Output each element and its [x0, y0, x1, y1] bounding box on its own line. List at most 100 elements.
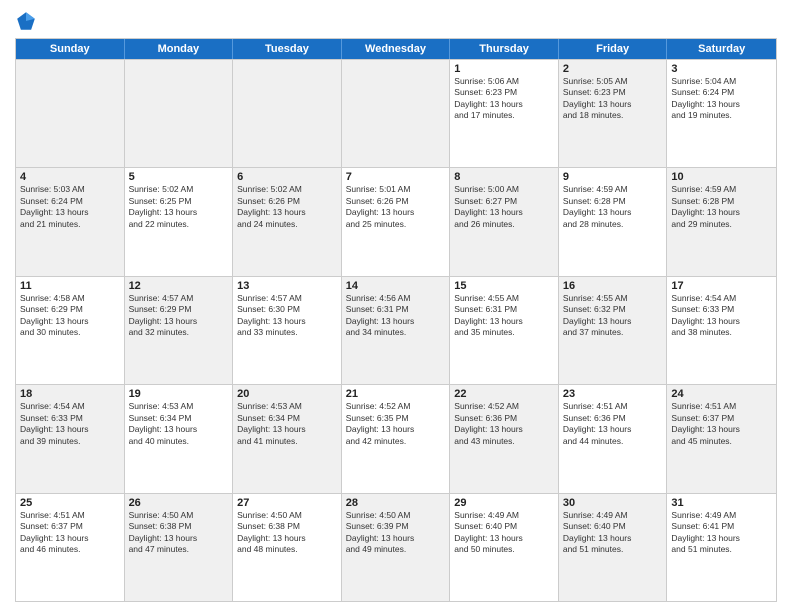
calendar-week-2: 11Sunrise: 4:58 AMSunset: 6:29 PMDayligh… — [16, 276, 776, 384]
cell-info: Sunrise: 5:04 AMSunset: 6:24 PMDaylight:… — [671, 76, 772, 122]
cell-info: Sunrise: 4:59 AMSunset: 6:28 PMDaylight:… — [563, 184, 663, 230]
day-number: 10 — [671, 171, 772, 183]
calendar-cell-28: 28Sunrise: 4:50 AMSunset: 6:39 PMDayligh… — [342, 494, 451, 601]
cell-info: Sunrise: 5:03 AMSunset: 6:24 PMDaylight:… — [20, 184, 120, 230]
day-number: 5 — [129, 171, 229, 183]
calendar-cell-18: 18Sunrise: 4:54 AMSunset: 6:33 PMDayligh… — [16, 385, 125, 492]
day-number: 19 — [129, 388, 229, 400]
day-number: 23 — [563, 388, 663, 400]
calendar-cell-6: 6Sunrise: 5:02 AMSunset: 6:26 PMDaylight… — [233, 168, 342, 275]
calendar-cell-empty-0-0 — [16, 60, 125, 167]
header — [15, 10, 777, 32]
header-day-saturday: Saturday — [667, 39, 776, 59]
logo-icon — [15, 10, 37, 32]
cell-info: Sunrise: 4:50 AMSunset: 6:39 PMDaylight:… — [346, 510, 446, 556]
cell-info: Sunrise: 4:50 AMSunset: 6:38 PMDaylight:… — [129, 510, 229, 556]
header-day-sunday: Sunday — [16, 39, 125, 59]
logo — [15, 10, 41, 32]
header-day-tuesday: Tuesday — [233, 39, 342, 59]
calendar-cell-21: 21Sunrise: 4:52 AMSunset: 6:35 PMDayligh… — [342, 385, 451, 492]
header-day-wednesday: Wednesday — [342, 39, 451, 59]
cell-info: Sunrise: 4:55 AMSunset: 6:32 PMDaylight:… — [563, 293, 663, 339]
cell-info: Sunrise: 4:49 AMSunset: 6:40 PMDaylight:… — [454, 510, 554, 556]
cell-info: Sunrise: 4:58 AMSunset: 6:29 PMDaylight:… — [20, 293, 120, 339]
day-number: 25 — [20, 497, 120, 509]
header-day-thursday: Thursday — [450, 39, 559, 59]
cell-info: Sunrise: 4:56 AMSunset: 6:31 PMDaylight:… — [346, 293, 446, 339]
cell-info: Sunrise: 4:52 AMSunset: 6:35 PMDaylight:… — [346, 401, 446, 447]
calendar-cell-3: 3Sunrise: 5:04 AMSunset: 6:24 PMDaylight… — [667, 60, 776, 167]
calendar-cell-16: 16Sunrise: 4:55 AMSunset: 6:32 PMDayligh… — [559, 277, 668, 384]
day-number: 3 — [671, 63, 772, 75]
calendar-cell-empty-0-1 — [125, 60, 234, 167]
header-day-monday: Monday — [125, 39, 234, 59]
day-number: 4 — [20, 171, 120, 183]
calendar-cell-empty-0-2 — [233, 60, 342, 167]
cell-info: Sunrise: 4:57 AMSunset: 6:29 PMDaylight:… — [129, 293, 229, 339]
cell-info: Sunrise: 4:51 AMSunset: 6:37 PMDaylight:… — [20, 510, 120, 556]
calendar-cell-14: 14Sunrise: 4:56 AMSunset: 6:31 PMDayligh… — [342, 277, 451, 384]
day-number: 11 — [20, 280, 120, 292]
cell-info: Sunrise: 4:54 AMSunset: 6:33 PMDaylight:… — [671, 293, 772, 339]
cell-info: Sunrise: 4:51 AMSunset: 6:36 PMDaylight:… — [563, 401, 663, 447]
calendar-cell-23: 23Sunrise: 4:51 AMSunset: 6:36 PMDayligh… — [559, 385, 668, 492]
calendar: SundayMondayTuesdayWednesdayThursdayFrid… — [15, 38, 777, 602]
day-number: 14 — [346, 280, 446, 292]
day-number: 1 — [454, 63, 554, 75]
calendar-cell-15: 15Sunrise: 4:55 AMSunset: 6:31 PMDayligh… — [450, 277, 559, 384]
day-number: 16 — [563, 280, 663, 292]
day-number: 22 — [454, 388, 554, 400]
calendar-cell-5: 5Sunrise: 5:02 AMSunset: 6:25 PMDaylight… — [125, 168, 234, 275]
cell-info: Sunrise: 4:59 AMSunset: 6:28 PMDaylight:… — [671, 184, 772, 230]
day-number: 9 — [563, 171, 663, 183]
calendar-cell-24: 24Sunrise: 4:51 AMSunset: 6:37 PMDayligh… — [667, 385, 776, 492]
calendar-cell-13: 13Sunrise: 4:57 AMSunset: 6:30 PMDayligh… — [233, 277, 342, 384]
calendar-cell-7: 7Sunrise: 5:01 AMSunset: 6:26 PMDaylight… — [342, 168, 451, 275]
cell-info: Sunrise: 5:06 AMSunset: 6:23 PMDaylight:… — [454, 76, 554, 122]
calendar-cell-4: 4Sunrise: 5:03 AMSunset: 6:24 PMDaylight… — [16, 168, 125, 275]
day-number: 21 — [346, 388, 446, 400]
day-number: 8 — [454, 171, 554, 183]
day-number: 29 — [454, 497, 554, 509]
cell-info: Sunrise: 4:51 AMSunset: 6:37 PMDaylight:… — [671, 401, 772, 447]
day-number: 2 — [563, 63, 663, 75]
calendar-cell-10: 10Sunrise: 4:59 AMSunset: 6:28 PMDayligh… — [667, 168, 776, 275]
header-day-friday: Friday — [559, 39, 668, 59]
day-number: 24 — [671, 388, 772, 400]
day-number: 18 — [20, 388, 120, 400]
calendar-cell-20: 20Sunrise: 4:53 AMSunset: 6:34 PMDayligh… — [233, 385, 342, 492]
day-number: 20 — [237, 388, 337, 400]
cell-info: Sunrise: 5:02 AMSunset: 6:25 PMDaylight:… — [129, 184, 229, 230]
calendar-cell-26: 26Sunrise: 4:50 AMSunset: 6:38 PMDayligh… — [125, 494, 234, 601]
day-number: 7 — [346, 171, 446, 183]
cell-info: Sunrise: 4:49 AMSunset: 6:40 PMDaylight:… — [563, 510, 663, 556]
day-number: 26 — [129, 497, 229, 509]
calendar-cell-27: 27Sunrise: 4:50 AMSunset: 6:38 PMDayligh… — [233, 494, 342, 601]
calendar-week-0: 1Sunrise: 5:06 AMSunset: 6:23 PMDaylight… — [16, 59, 776, 167]
calendar-cell-2: 2Sunrise: 5:05 AMSunset: 6:23 PMDaylight… — [559, 60, 668, 167]
day-number: 31 — [671, 497, 772, 509]
calendar-week-1: 4Sunrise: 5:03 AMSunset: 6:24 PMDaylight… — [16, 167, 776, 275]
cell-info: Sunrise: 4:49 AMSunset: 6:41 PMDaylight:… — [671, 510, 772, 556]
calendar-cell-8: 8Sunrise: 5:00 AMSunset: 6:27 PMDaylight… — [450, 168, 559, 275]
calendar-cell-19: 19Sunrise: 4:53 AMSunset: 6:34 PMDayligh… — [125, 385, 234, 492]
cell-info: Sunrise: 5:00 AMSunset: 6:27 PMDaylight:… — [454, 184, 554, 230]
cell-info: Sunrise: 5:02 AMSunset: 6:26 PMDaylight:… — [237, 184, 337, 230]
day-number: 27 — [237, 497, 337, 509]
calendar-cell-1: 1Sunrise: 5:06 AMSunset: 6:23 PMDaylight… — [450, 60, 559, 167]
cell-info: Sunrise: 4:50 AMSunset: 6:38 PMDaylight:… — [237, 510, 337, 556]
calendar-cell-17: 17Sunrise: 4:54 AMSunset: 6:33 PMDayligh… — [667, 277, 776, 384]
calendar-cell-empty-0-3 — [342, 60, 451, 167]
calendar-cell-9: 9Sunrise: 4:59 AMSunset: 6:28 PMDaylight… — [559, 168, 668, 275]
cell-info: Sunrise: 4:57 AMSunset: 6:30 PMDaylight:… — [237, 293, 337, 339]
calendar-cell-25: 25Sunrise: 4:51 AMSunset: 6:37 PMDayligh… — [16, 494, 125, 601]
cell-info: Sunrise: 4:53 AMSunset: 6:34 PMDaylight:… — [129, 401, 229, 447]
day-number: 15 — [454, 280, 554, 292]
calendar-week-4: 25Sunrise: 4:51 AMSunset: 6:37 PMDayligh… — [16, 493, 776, 601]
cell-info: Sunrise: 4:54 AMSunset: 6:33 PMDaylight:… — [20, 401, 120, 447]
calendar-header: SundayMondayTuesdayWednesdayThursdayFrid… — [16, 39, 776, 59]
calendar-cell-31: 31Sunrise: 4:49 AMSunset: 6:41 PMDayligh… — [667, 494, 776, 601]
calendar-cell-22: 22Sunrise: 4:52 AMSunset: 6:36 PMDayligh… — [450, 385, 559, 492]
day-number: 17 — [671, 280, 772, 292]
cell-info: Sunrise: 5:05 AMSunset: 6:23 PMDaylight:… — [563, 76, 663, 122]
